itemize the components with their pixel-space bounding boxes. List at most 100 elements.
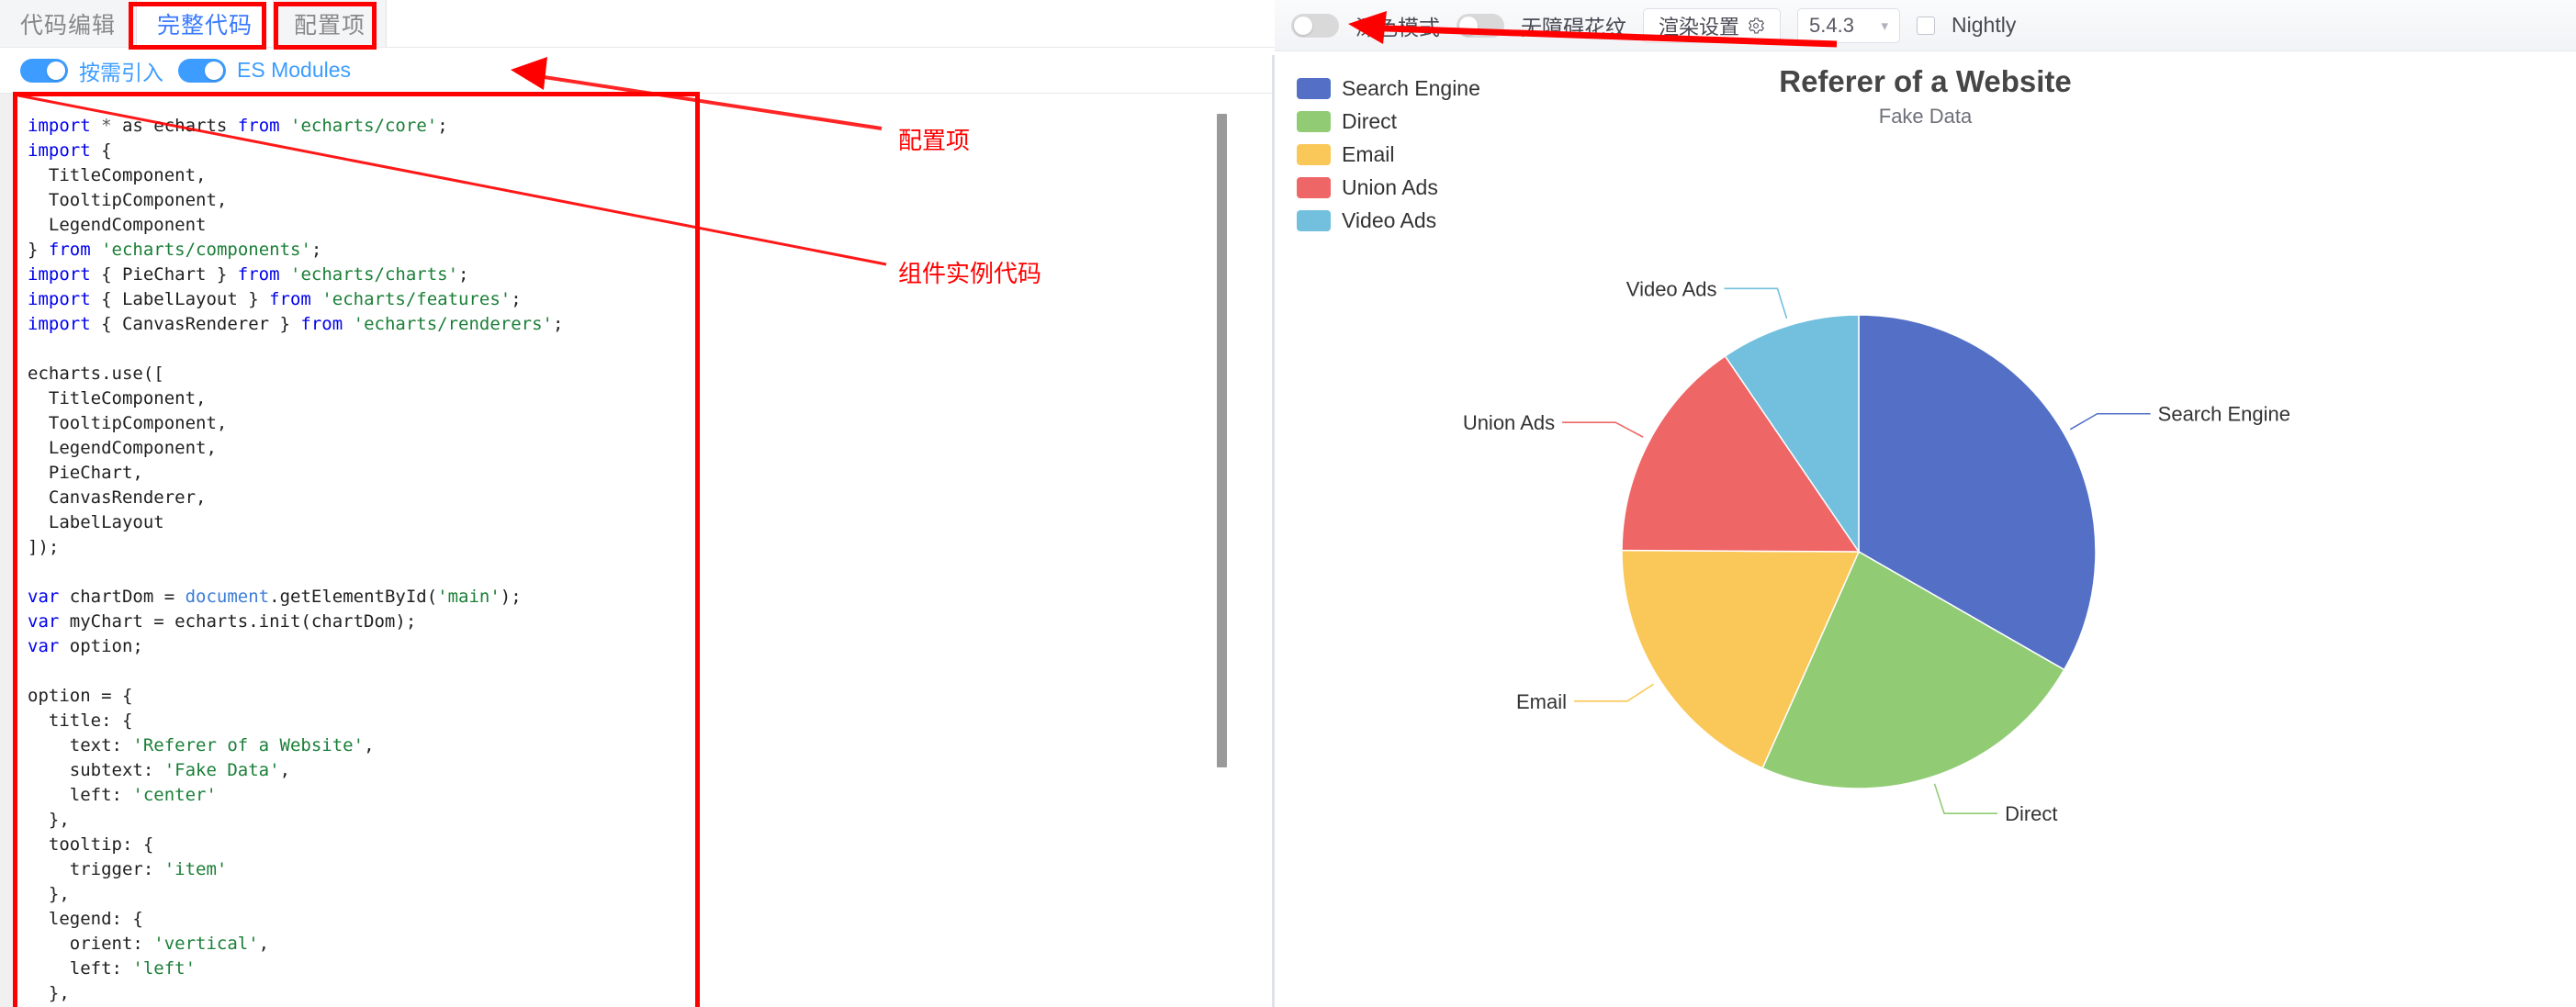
code-token: option;: [59, 636, 143, 656]
toggle-knob-icon: [1459, 16, 1478, 35]
accessibility-pattern-toggle[interactable]: [1457, 13, 1504, 38]
code-token: import: [28, 264, 91, 285]
code-token: { PieChart }: [90, 264, 238, 285]
on-demand-import-label: 按需引入: [79, 60, 163, 84]
on-demand-import-toggle[interactable]: [20, 58, 68, 83]
code-token: ;: [310, 240, 322, 260]
code-token: title: {: [28, 710, 133, 731]
pie-chart-svg: Search Engine Direct Email Union Ads Video A…: [1463, 277, 2290, 825]
dark-mode-label: 深色模式: [1355, 15, 1440, 39]
code-token: var: [28, 611, 60, 632]
code-token: CanvasRenderer,: [28, 487, 207, 508]
code-token: PieChart,: [28, 463, 143, 483]
accessibility-pattern-label: 无障碍花纹: [1521, 15, 1626, 39]
code-token: 'echarts/renderers': [353, 314, 553, 334]
code-token: LabelLayout: [28, 512, 164, 532]
code-content: import * as echarts from 'echarts/core';…: [28, 114, 563, 1007]
code-token: legend: {: [28, 909, 143, 929]
code-token: TitleComponent,: [28, 388, 207, 408]
code-token: from: [269, 289, 311, 309]
editor-gutter: [0, 94, 17, 1007]
chart-preview: Referer of a Website Fake Data Search En…: [1275, 51, 2576, 1007]
code-token: LegendComponent,: [28, 438, 217, 458]
code-token: myChart = echarts.init(chartDom);: [59, 611, 417, 632]
right-pane: 深色模式 无障碍花纹 渲染设置 5.4.3 ▾ Nightly Referer …: [1275, 0, 2576, 1007]
code-token: var: [28, 587, 60, 607]
code-token: ,: [364, 735, 375, 755]
code-token: tooltip: {: [28, 834, 154, 855]
pie-label-leader: [1562, 421, 1644, 438]
code-token: .getElementById(: [269, 587, 438, 607]
render-settings-label: 渲染设置: [1659, 15, 1740, 39]
code-token: from: [48, 240, 91, 260]
code-token: import: [28, 314, 91, 334]
code-token: import: [28, 140, 91, 161]
code-token: ;: [511, 289, 522, 309]
left-pane: 代码编辑 完整代码 配置项 按需引入 ES Modules import * a…: [0, 0, 1275, 1007]
code-token: 'Fake Data': [163, 760, 280, 780]
code-token: import: [28, 289, 91, 309]
code-token: );: [500, 587, 522, 607]
version-value: 5.4.3: [1809, 13, 1854, 37]
tab-full-code[interactable]: 完整代码: [137, 0, 275, 47]
code-token: from: [237, 264, 280, 285]
code-token: },: [28, 810, 70, 830]
code-token: TitleComponent,: [28, 165, 207, 185]
version-select[interactable]: 5.4.3 ▾: [1797, 7, 1901, 43]
nightly-checkbox[interactable]: [1917, 16, 1936, 35]
code-token: }: [28, 240, 49, 260]
toggle-knob-icon: [47, 61, 65, 80]
code-token: TooltipComponent,: [28, 190, 228, 210]
dark-mode-toggle[interactable]: [1291, 13, 1339, 38]
code-token: ]);: [28, 537, 60, 557]
code-token: ,: [279, 760, 291, 780]
code-editor[interactable]: import * as echarts from 'echarts/core';…: [0, 94, 1275, 1007]
pie-slice-label: Video Ads: [1626, 277, 1717, 300]
nightly-label: Nightly: [1952, 13, 2017, 37]
option-es-modules: ES Modules: [178, 58, 351, 83]
gear-icon: [1749, 17, 1765, 33]
code-token: ;: [552, 314, 564, 334]
tab-config-options-label: 配置项: [294, 12, 366, 39]
tab-bar: 代码编辑 完整代码 配置项: [0, 0, 1275, 48]
code-token: *: [101, 116, 112, 136]
pie-label-leader: [1933, 783, 1998, 814]
toggle-knob-icon: [1294, 16, 1312, 35]
pie-label-leader: [1724, 287, 1788, 319]
es-modules-toggle[interactable]: [178, 58, 226, 83]
code-token: ;: [437, 116, 448, 136]
code-token: var: [28, 636, 60, 656]
chevron-down-icon: ▾: [1881, 17, 1889, 34]
code-token: 'center': [132, 785, 217, 805]
code-token: as echarts: [111, 116, 238, 136]
code-token: ;: [458, 264, 469, 285]
code-token: from: [237, 116, 280, 136]
code-token: {: [90, 140, 112, 161]
code-token: 'left': [132, 958, 197, 979]
code-token: import: [28, 116, 91, 136]
code-token: 'vertical': [153, 934, 259, 954]
options-bar: 按需引入 ES Modules: [0, 48, 1275, 94]
tab-config-options[interactable]: 配置项: [274, 0, 388, 47]
code-token: echarts.use([: [28, 364, 164, 384]
pie-label-leader: [2069, 412, 2151, 431]
code-token: option = {: [28, 686, 133, 706]
code-token: },: [28, 884, 70, 904]
tab-code-editor[interactable]: 代码编辑: [0, 0, 138, 47]
code-token: document: [185, 587, 270, 607]
code-token: 'echarts/features': [321, 289, 512, 309]
pie-slice-label: Email: [1516, 690, 1567, 713]
app-root: 代码编辑 完整代码 配置项 按需引入 ES Modules import * a…: [0, 0, 2576, 1007]
code-token: 'echarts/core': [290, 116, 438, 136]
code-token: 'echarts/components': [101, 240, 311, 260]
code-token: chartDom =: [59, 587, 186, 607]
editor-scrollbar-thumb[interactable]: [1217, 114, 1227, 767]
render-settings-button[interactable]: 渲染设置: [1643, 7, 1782, 43]
code-token: text:: [28, 735, 133, 755]
pie-slice-label: Search Engine: [2158, 403, 2290, 426]
code-token: trigger:: [28, 859, 164, 879]
